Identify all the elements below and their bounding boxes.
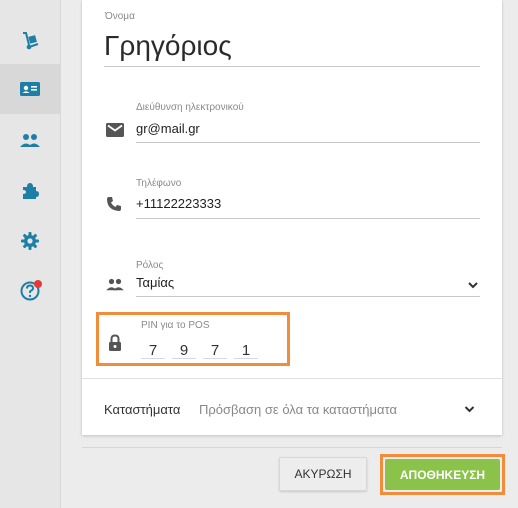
email-label: Διεύθυνση ηλεκτρονικού xyxy=(136,102,244,113)
chevron-down-icon[interactable] xyxy=(464,406,475,413)
pin-digit-1[interactable]: 7 xyxy=(141,342,165,359)
pin-underline xyxy=(141,358,165,359)
save-button-highlight: ΑΠΟΘΗΚΕΥΣΗ xyxy=(380,454,505,495)
phone-input[interactable]: +11122223333 xyxy=(136,196,221,211)
stores-label: Καταστήματα xyxy=(104,402,181,417)
people-icon xyxy=(106,278,124,291)
role-label: Ρόλος xyxy=(136,260,164,271)
name-input[interactable]: Γρηγόριος xyxy=(104,30,232,62)
role-select[interactable]: Ταμίας xyxy=(136,275,174,290)
pin-underline xyxy=(234,358,258,359)
mail-icon xyxy=(106,123,124,137)
id-card-icon xyxy=(20,82,40,96)
footer-divider xyxy=(82,447,502,448)
lock-icon xyxy=(109,334,121,351)
sidebar-item-customers[interactable] xyxy=(0,116,60,166)
hand-truck-icon xyxy=(23,32,39,50)
name-label: Όνομα xyxy=(105,11,135,22)
phone-icon xyxy=(107,197,121,211)
phone-underline xyxy=(136,218,480,219)
puzzle-icon xyxy=(23,183,39,199)
pin-digit-3[interactable]: 7 xyxy=(203,342,227,359)
chevron-down-icon[interactable] xyxy=(468,282,478,289)
pin-underline xyxy=(172,358,196,359)
email-underline xyxy=(136,142,480,143)
section-divider xyxy=(82,378,502,379)
sidebar-item-help[interactable] xyxy=(0,266,60,316)
stores-select[interactable]: Πρόσβαση σε όλα τα καταστήματα xyxy=(199,402,397,417)
pin-underline xyxy=(203,358,227,359)
sidebar-item-addons[interactable] xyxy=(0,166,60,216)
sidebar xyxy=(0,0,61,508)
pin-digit-4[interactable]: 1 xyxy=(234,342,258,359)
pin-digit-2[interactable]: 9 xyxy=(172,342,196,359)
role-underline xyxy=(136,296,480,297)
phone-label: Τηλέφωνο xyxy=(136,178,182,189)
sidebar-item-inventory[interactable] xyxy=(0,16,60,66)
email-input[interactable]: gr@mail.gr xyxy=(136,121,200,136)
notification-badge xyxy=(34,280,42,288)
sidebar-item-settings[interactable] xyxy=(0,216,60,266)
cancel-button[interactable]: ΑΚΥΡΩΣΗ xyxy=(279,457,367,491)
name-underline xyxy=(104,66,480,67)
gear-icon xyxy=(21,232,39,250)
people-icon xyxy=(20,134,40,147)
sidebar-item-staff[interactable] xyxy=(0,64,60,114)
pin-label: PIN για το POS xyxy=(141,320,210,331)
save-button[interactable]: ΑΠΟΘΗΚΕΥΣΗ xyxy=(385,459,500,490)
